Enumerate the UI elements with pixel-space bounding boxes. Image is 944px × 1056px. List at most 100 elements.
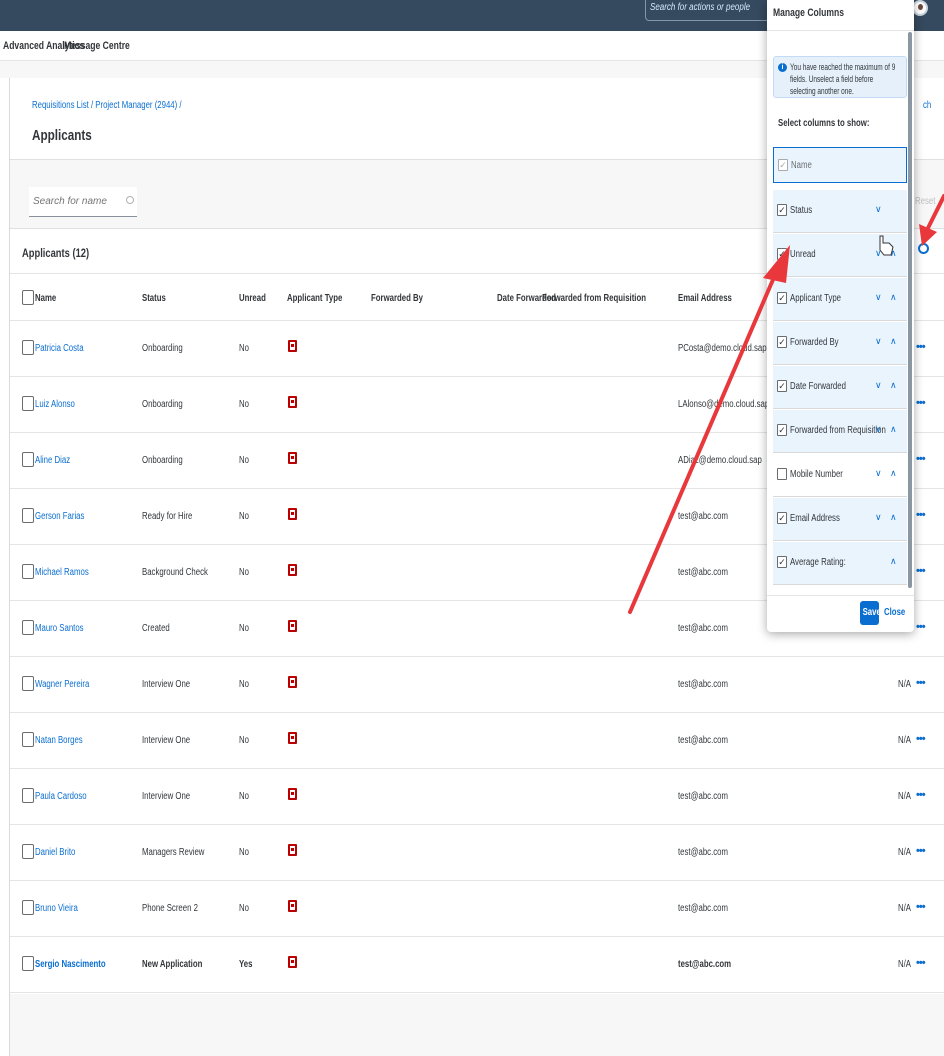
- chevron-down-icon[interactable]: ∨: [875, 204, 882, 215]
- column-checkbox[interactable]: ✓: [778, 159, 788, 171]
- col-header-unread[interactable]: Unread: [239, 293, 266, 304]
- applicant-name-link[interactable]: Gerson Farias: [35, 511, 84, 522]
- pdf-icon[interactable]: [288, 732, 297, 744]
- row-checkbox[interactable]: [22, 508, 34, 523]
- dialog-scrollbar[interactable]: [908, 32, 912, 588]
- close-button[interactable]: Close: [884, 601, 911, 625]
- row-checkbox[interactable]: [22, 676, 34, 691]
- header-link[interactable]: ch: [923, 100, 931, 111]
- pdf-icon[interactable]: [288, 956, 297, 968]
- more-icon[interactable]: •••: [916, 733, 926, 745]
- row-checkbox[interactable]: [22, 900, 34, 915]
- reset-link[interactable]: Reset: [915, 196, 935, 207]
- chevron-down-icon[interactable]: ∨: [875, 380, 882, 391]
- column-option[interactable]: ✓ Status ∨: [773, 190, 907, 233]
- more-icon[interactable]: •••: [916, 789, 926, 801]
- chevron-up-icon[interactable]: ∧: [890, 424, 897, 435]
- row-checkbox[interactable]: [22, 956, 34, 971]
- table-row[interactable]: Daniel Brito Managers Review No test@abc.co…: [10, 825, 944, 881]
- row-checkbox[interactable]: [22, 564, 34, 579]
- column-option[interactable]: ✓ Forwarded from Requisition ∨ ∧: [773, 410, 907, 453]
- nav-message-centre[interactable]: Message Centre: [64, 40, 130, 52]
- applicant-name-link[interactable]: Paula Cardoso: [35, 791, 87, 802]
- more-icon[interactable]: •••: [916, 845, 926, 857]
- chevron-down-icon[interactable]: ∨: [875, 424, 882, 435]
- more-icon[interactable]: •••: [916, 509, 926, 521]
- col-header-status[interactable]: Status: [142, 293, 166, 304]
- col-header-name[interactable]: Name: [35, 293, 56, 304]
- chevron-up-icon[interactable]: ∧: [890, 336, 897, 347]
- column-checkbox[interactable]: ✓: [777, 248, 787, 260]
- column-option[interactable]: ✓ Forwarded By ∨ ∧: [773, 322, 907, 365]
- more-icon[interactable]: •••: [916, 565, 926, 577]
- chevron-down-icon[interactable]: ∨: [875, 468, 882, 479]
- pdf-icon[interactable]: [288, 676, 297, 688]
- pdf-icon[interactable]: [288, 452, 297, 464]
- applicant-name-link[interactable]: Mauro Santos: [35, 623, 84, 634]
- column-option[interactable]: ✓ Applicant Type ∨ ∧: [773, 278, 907, 321]
- more-icon[interactable]: •••: [916, 901, 926, 913]
- column-checkbox[interactable]: ✓: [777, 556, 787, 568]
- column-checkbox[interactable]: ✓: [777, 336, 787, 348]
- column-option[interactable]: ✓ Average Rating: ∧: [773, 542, 907, 585]
- global-search-input[interactable]: Search for actions or people: [645, 0, 773, 21]
- applicant-name-link[interactable]: Bruno Vieira: [35, 903, 78, 914]
- breadcrumb[interactable]: Requisitions List / Project Manager (294…: [32, 100, 182, 111]
- applicant-name-link[interactable]: Aline Diaz: [35, 455, 70, 466]
- pdf-icon[interactable]: [288, 900, 297, 912]
- chevron-down-icon[interactable]: ∨: [875, 336, 882, 347]
- pdf-icon[interactable]: [288, 340, 297, 352]
- pdf-icon[interactable]: [288, 844, 297, 856]
- row-checkbox[interactable]: [22, 844, 34, 859]
- applicant-name-link[interactable]: Wagner Pereira: [35, 679, 89, 690]
- more-icon[interactable]: •••: [916, 957, 926, 969]
- col-header-applicant-type[interactable]: Applicant Type: [287, 293, 342, 304]
- row-checkbox[interactable]: [22, 788, 34, 803]
- chevron-up-icon[interactable]: ∧: [890, 468, 897, 479]
- col-header-email[interactable]: Email Address: [678, 293, 732, 304]
- column-checkbox[interactable]: ✓: [777, 512, 787, 524]
- col-header-forwarded-by[interactable]: Forwarded By: [371, 293, 423, 304]
- row-checkbox[interactable]: [22, 396, 34, 411]
- applicant-name-link[interactable]: Natan Borges: [35, 735, 83, 746]
- column-option[interactable]: Mobile Number ∨ ∧: [773, 454, 907, 497]
- chevron-up-icon[interactable]: ∧: [890, 292, 897, 303]
- table-row[interactable]: Natan Borges Interview One No test@abc.com N…: [10, 713, 944, 769]
- applicant-name-link[interactable]: Sergio Nascimento: [35, 959, 106, 970]
- column-option[interactable]: ✓ Email Address ∨ ∧: [773, 498, 907, 541]
- more-icon[interactable]: •••: [916, 397, 926, 409]
- applicant-name-link[interactable]: Daniel Brito: [35, 847, 75, 858]
- col-header-forwarded-from[interactable]: Forwarded from Requisition: [542, 293, 646, 304]
- pdf-icon[interactable]: [288, 788, 297, 800]
- row-checkbox[interactable]: [22, 452, 34, 467]
- column-checkbox[interactable]: ✓: [777, 424, 787, 436]
- column-checkbox[interactable]: ✓: [777, 292, 787, 304]
- more-icon[interactable]: •••: [916, 341, 926, 353]
- more-icon[interactable]: •••: [916, 677, 926, 689]
- applicant-name-link[interactable]: Patricia Costa: [35, 343, 84, 354]
- chevron-down-icon[interactable]: ∨: [875, 248, 882, 259]
- save-button[interactable]: Save: [860, 601, 881, 625]
- row-checkbox[interactable]: [22, 620, 34, 635]
- row-checkbox[interactable]: [22, 340, 34, 355]
- pdf-icon[interactable]: [288, 396, 297, 408]
- row-checkbox[interactable]: [22, 732, 34, 747]
- search-input[interactable]: [29, 187, 119, 215]
- table-row[interactable]: Paula Cardoso Interview One No test@abc.com…: [10, 769, 944, 825]
- chevron-up-icon[interactable]: ∧: [890, 556, 897, 567]
- pdf-icon[interactable]: [288, 564, 297, 576]
- chevron-down-icon[interactable]: ∨: [875, 512, 882, 523]
- table-row[interactable]: Bruno Vieira Phone Screen 2 No test@abc.com…: [10, 881, 944, 937]
- column-option[interactable]: ✓ Date Forwarded ∨ ∧: [773, 366, 907, 409]
- column-checkbox[interactable]: ✓: [777, 380, 787, 392]
- more-icon[interactable]: •••: [916, 453, 926, 465]
- pdf-icon[interactable]: [288, 620, 297, 632]
- chevron-up-icon[interactable]: ∧: [890, 380, 897, 391]
- gear-icon[interactable]: [918, 243, 929, 254]
- column-checkbox[interactable]: [777, 468, 787, 480]
- user-avatar[interactable]: [912, 0, 928, 16]
- search-field[interactable]: [29, 187, 137, 217]
- chevron-up-icon[interactable]: ∧: [890, 512, 897, 523]
- table-row[interactable]: Wagner Pereira Interview One No test@abc.co…: [10, 657, 944, 713]
- pdf-icon[interactable]: [288, 508, 297, 520]
